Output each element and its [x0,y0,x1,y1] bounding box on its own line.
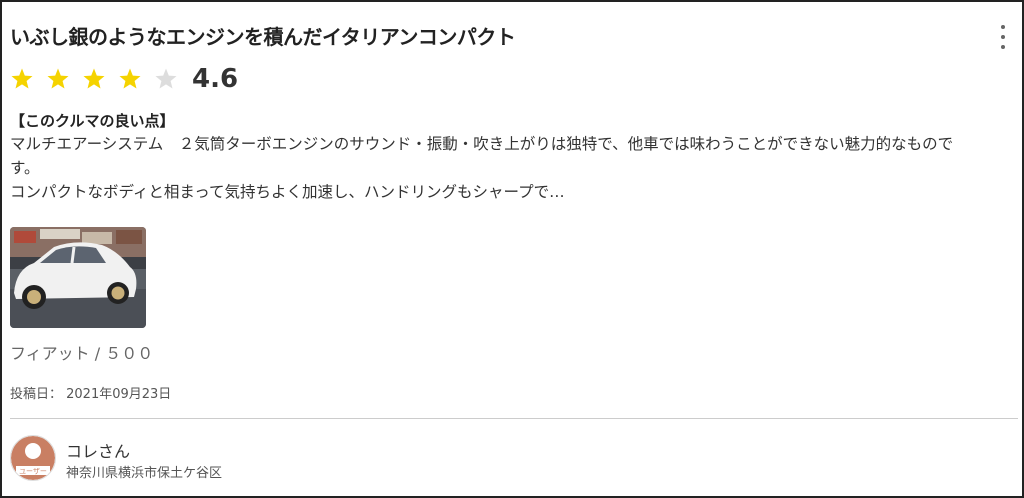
divider [10,418,1018,419]
review-title[interactable]: いぶし銀のようなエンジンを積んだイタリアンコンパクト [10,21,516,50]
star-empty-icon [155,68,177,89]
avatar[interactable]: ユーザー [10,435,56,481]
review-body-line: コンパクトなボディと相まって気持ちよく加速し、ハンドリングもシャープで… [10,183,565,201]
star-filled-icon [11,68,33,89]
car-model-link[interactable]: フィアット / ５００ [10,340,153,364]
avatar-label: ユーザー [19,468,47,476]
star-filled-icon [83,68,105,89]
review-body-line: マルチエアーシステム ２気筒ターボエンジンのサウンド・振動・吹き上がりは独特で、… [10,135,954,177]
rating: 4.6 [10,64,238,94]
review-body[interactable]: マルチエアーシステム ２気筒ターボエンジンのサウンド・振動・吹き上がりは独特で、… [10,132,978,204]
review-card: いぶし銀のようなエンジンを積んだイタリアンコンパクト 4.6 【このクルマの良い… [0,0,1024,498]
user-location: 神奈川県横浜市保土ケ谷区 [66,466,223,481]
good-points-label: 【このクルマの良い点】 [10,112,175,130]
star-filled-icon [119,68,141,89]
more-vertical-icon[interactable] [995,25,1011,49]
posted-date: 投稿日： 2021年09月23日 [10,387,172,402]
star-filled-icon [47,68,69,89]
user-name[interactable]: コレさん [66,438,130,462]
rating-score: 4.6 [192,64,239,94]
car-photo[interactable] [10,227,146,328]
